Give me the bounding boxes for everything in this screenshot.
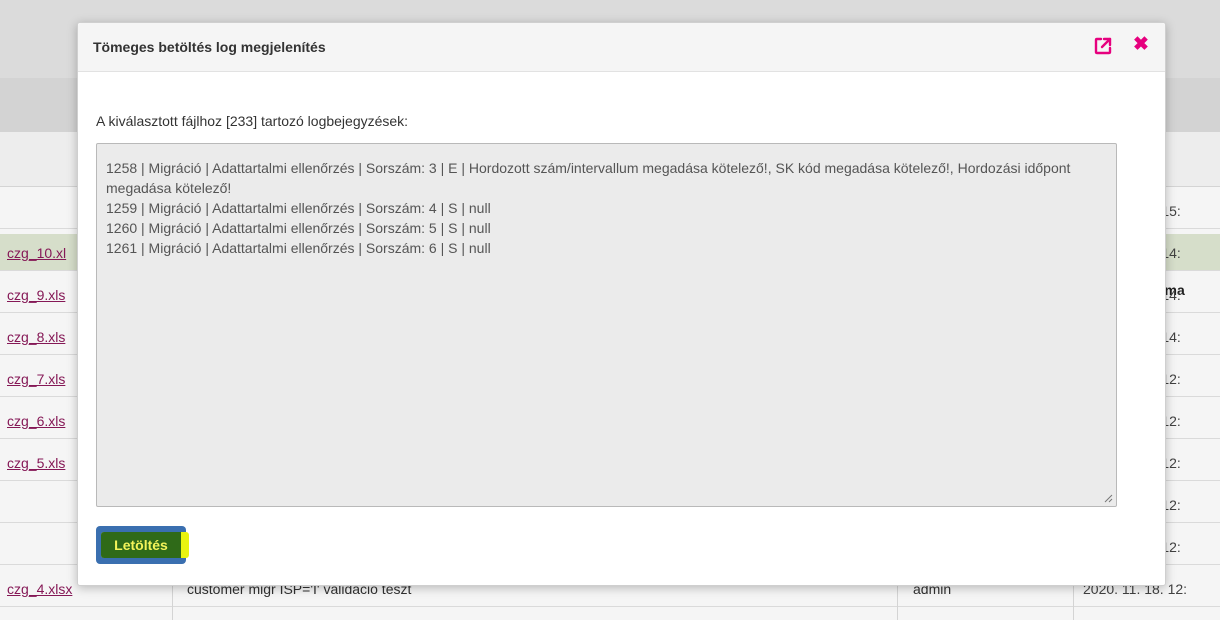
resize-grip-icon[interactable] [1103, 493, 1113, 503]
dialog-title: Tömeges betöltés log megjelenítés [93, 39, 326, 55]
download-button-label: Letöltés [101, 532, 181, 558]
log-label: A kiválasztott fájlhoz [233] tartozó log… [96, 113, 409, 129]
download-button-highlight: Letöltés [101, 532, 189, 558]
close-icon[interactable]: ✖ [1131, 35, 1151, 55]
log-dialog: Tömeges betöltés log megjelenítés ✖ A ki… [77, 22, 1166, 586]
log-content: 1258 | Migráció | Adattartalmi ellenőrzé… [106, 158, 1106, 258]
log-line: 1259 | Migráció | Adattartalmi ellenőrzé… [106, 200, 491, 216]
log-line: 1258 | Migráció | Adattartalmi ellenőrzé… [106, 160, 1075, 196]
log-line: 1261 | Migráció | Adattartalmi ellenőrzé… [106, 240, 491, 256]
download-button[interactable]: Letöltés [96, 526, 189, 564]
dialog-header: Tömeges betöltés log megjelenítés ✖ [78, 23, 1165, 72]
log-line: 1260 | Migráció | Adattartalmi ellenőrzé… [106, 220, 491, 236]
external-link-icon[interactable] [1093, 36, 1113, 56]
log-textarea[interactable]: 1258 | Migráció | Adattartalmi ellenőrzé… [96, 143, 1117, 507]
